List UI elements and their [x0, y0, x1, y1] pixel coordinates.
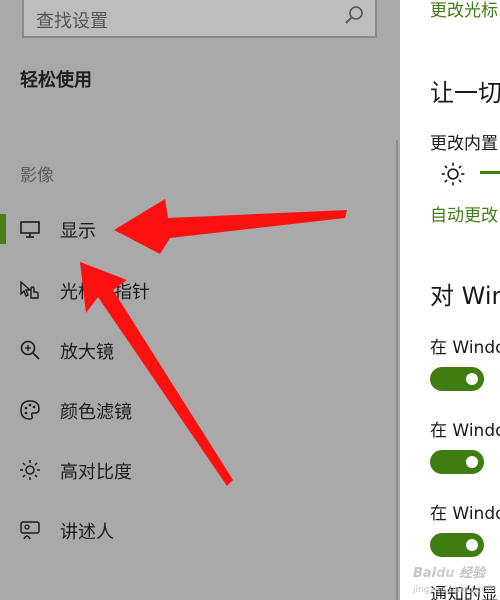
sidebar-item-narrator[interactable]: 讲述人 [0, 505, 396, 555]
make-everything-heading: 让一切 [430, 79, 500, 107]
toggle-knob [466, 373, 478, 385]
watermark: Baidu 经验 jingyan.baidu.com [412, 566, 496, 595]
change-cursor-link[interactable]: 更改光标 [430, 0, 498, 21]
toggle-switch[interactable] [430, 450, 484, 474]
sidebar-scrollbar[interactable] [396, 140, 398, 600]
search-icon[interactable] [343, 4, 365, 26]
sidebar-item-high-contrast[interactable]: 高对比度 [0, 445, 396, 495]
sidebar-item-label: 显示 [60, 221, 96, 242]
selection-indicator [0, 214, 6, 244]
palette-icon [20, 400, 40, 420]
narrator-icon [20, 521, 40, 540]
sidebar-item-label: 颜色滤镜 [60, 402, 132, 423]
pointer-hand-icon [20, 280, 39, 299]
auto-change-link[interactable]: 自动更改 [430, 201, 498, 226]
change-builtin-label: 更改内置 [430, 134, 498, 154]
sidebar-item-label: 放大镜 [60, 342, 114, 363]
toggle-label: 在 Windo [430, 338, 500, 358]
section-title: 轻松使用 [20, 70, 92, 91]
sidebar-item-label: 高对比度 [60, 462, 132, 483]
toggle-knob [466, 456, 478, 468]
windows-heading: 对 Win [430, 282, 500, 310]
group-label-vision: 影像 [20, 166, 54, 186]
toggle-label: 在 Windo [430, 504, 500, 524]
toggle-knob [466, 539, 478, 551]
sidebar-item-cursor-pointer[interactable]: 光标和指针 [0, 265, 396, 315]
sidebar-item-magnifier[interactable]: 放大镜 [0, 325, 396, 375]
search-input[interactable]: 查找设置 [36, 7, 108, 33]
settings-window: 查找设置 轻松使用 影像 显示 光标和指针 放大镜 颜色滤镜 高对比度 讲述人 … [0, 0, 500, 600]
sun-icon [441, 162, 465, 186]
toggle-switch[interactable] [430, 367, 484, 391]
search-box[interactable]: 查找设置 [22, 0, 377, 38]
magnifier-icon [20, 340, 40, 360]
sidebar-item-label: 光标和指针 [60, 282, 150, 303]
content-pane: 更改光标 让一切 更改内置 自动更改 对 Win 在 Windo 在 Windo… [400, 0, 500, 600]
toggle-switch[interactable] [430, 533, 484, 557]
monitor-icon [20, 221, 40, 238]
sidebar-item-display[interactable]: 显示 [0, 204, 396, 254]
sidebar-item-label: 讲述人 [60, 522, 114, 543]
toggle-label: 在 Windo [430, 421, 500, 441]
brightness-icon [20, 460, 40, 480]
sidebar: 查找设置 轻松使用 影像 显示 光标和指针 放大镜 颜色滤镜 高对比度 讲述人 [0, 0, 400, 600]
sidebar-item-color-filters[interactable]: 颜色滤镜 [0, 385, 396, 435]
size-slider[interactable] [480, 171, 500, 174]
